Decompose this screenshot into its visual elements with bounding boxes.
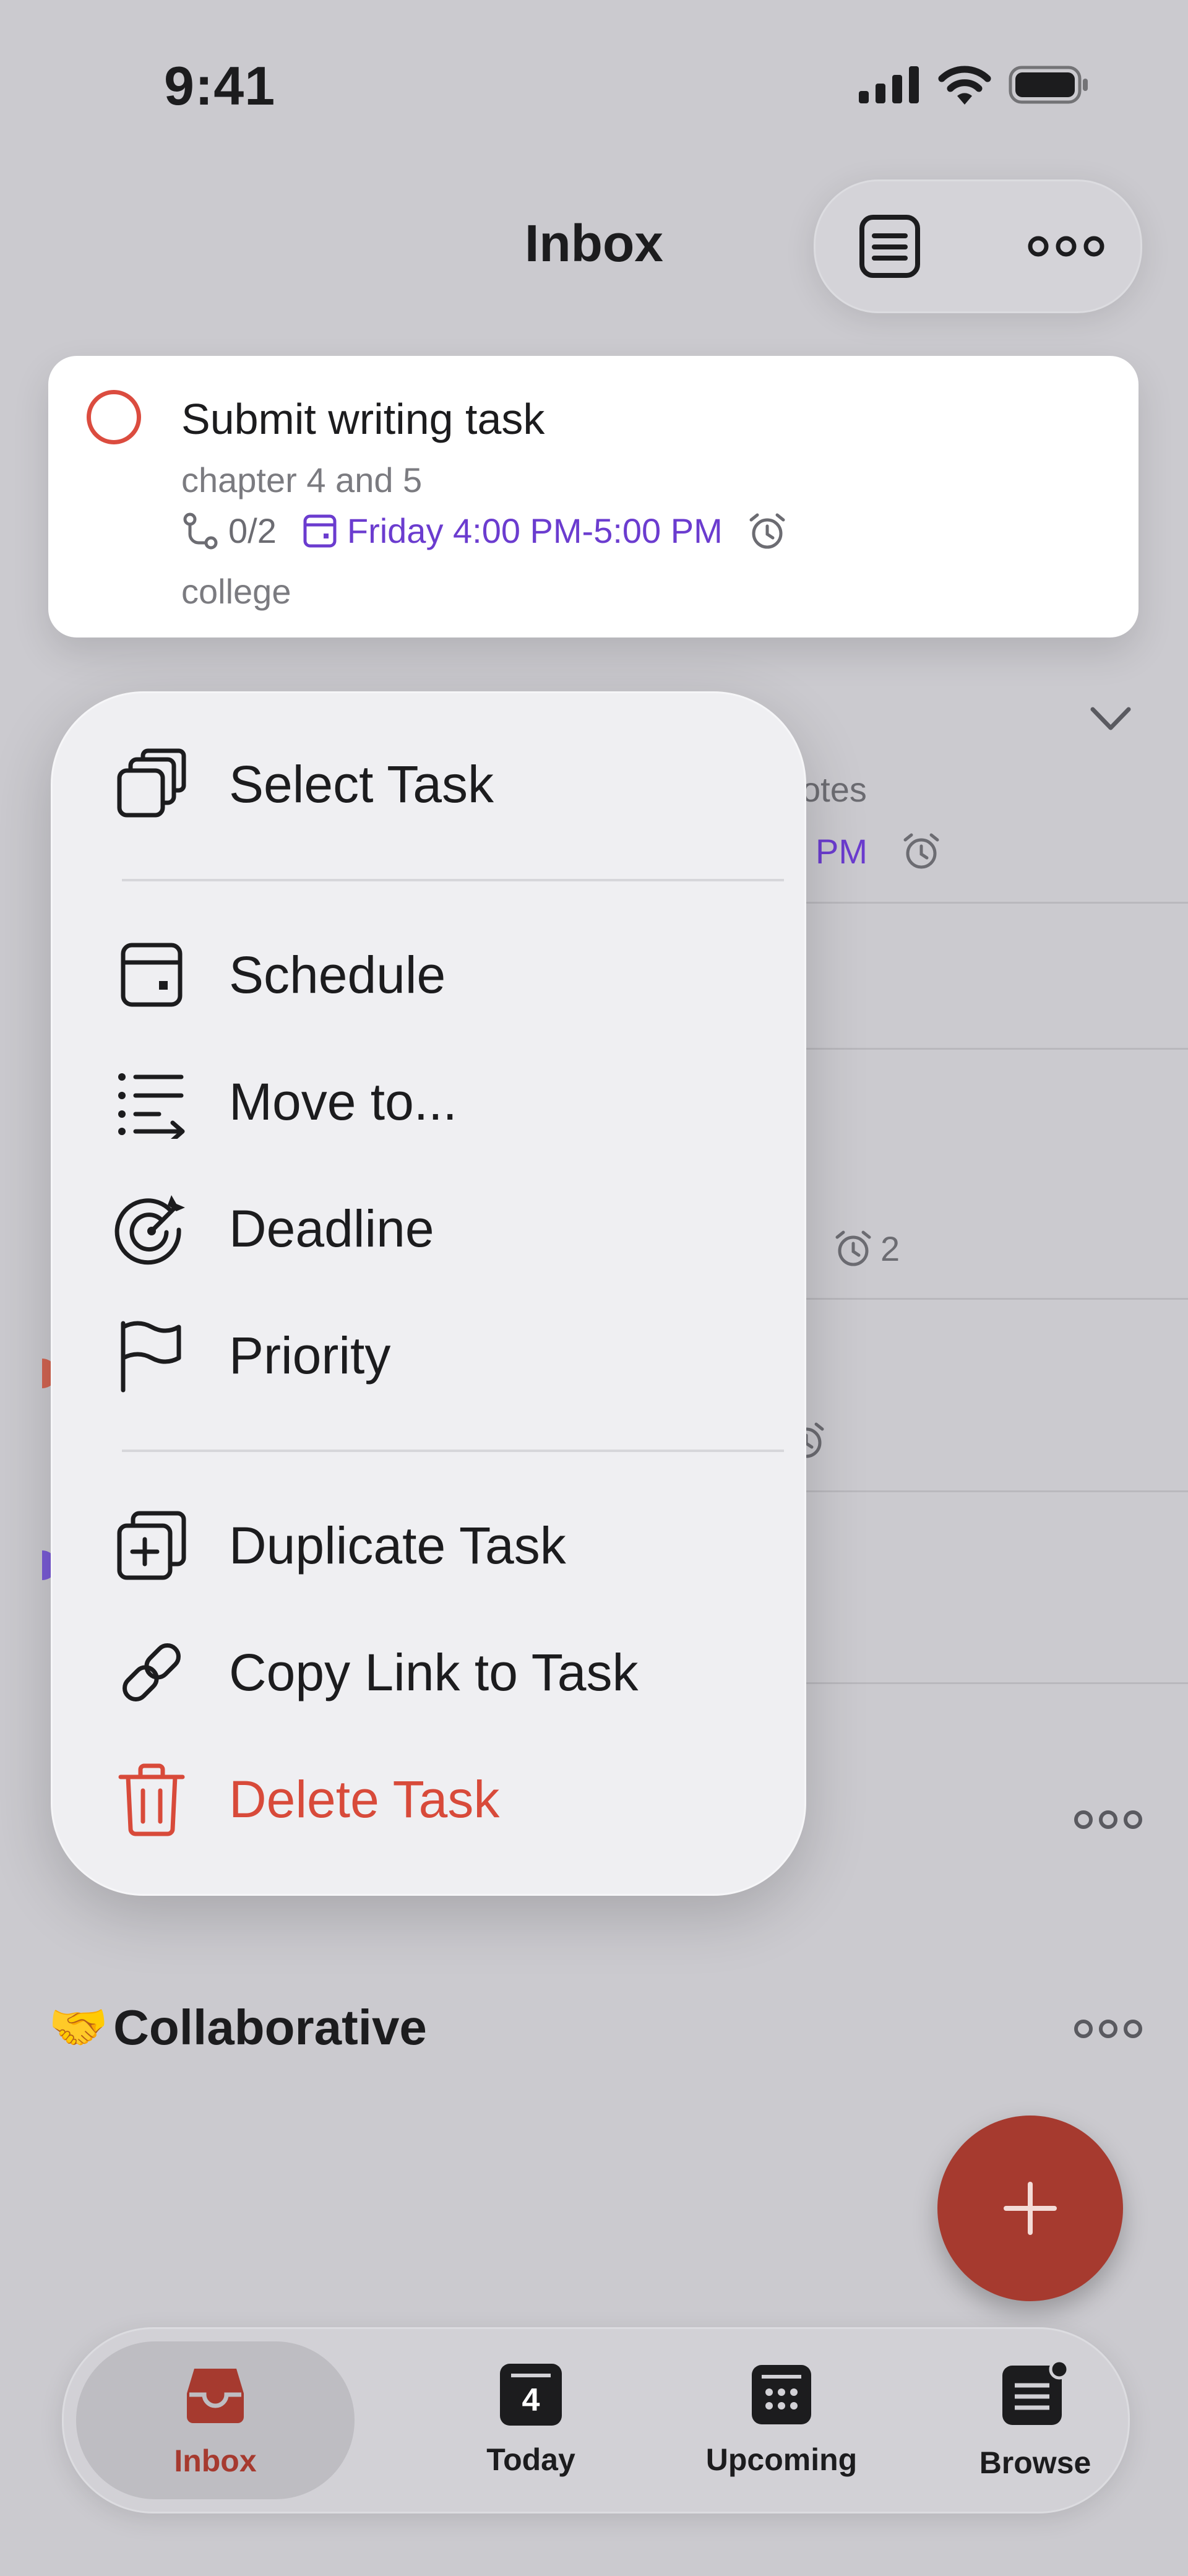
add-task-button[interactable] [937, 2116, 1123, 2301]
task-title: Submit writing task [181, 395, 545, 443]
move-to-project-icon [114, 1065, 189, 1139]
task-checkbox[interactable] [87, 390, 141, 444]
tab-today-label: Today [486, 2442, 575, 2477]
trash-icon [114, 1762, 189, 1836]
more-icon [1074, 1810, 1142, 1829]
plus-icon [1004, 2182, 1057, 2235]
handshake-icon: 🤝 [48, 2000, 109, 2054]
upcoming-calendar-icon [752, 2364, 811, 2424]
project-collaborative[interactable]: 🤝 Collaborative [48, 1999, 427, 2056]
status-time: 9:41 [164, 55, 276, 116]
tab-browse-label: Browse [979, 2445, 1091, 2480]
link-icon [114, 1635, 189, 1709]
menu-select-task[interactable]: Select Task [114, 738, 764, 831]
tab-upcoming[interactable]: Upcoming [658, 2329, 905, 2512]
tab-today[interactable]: 4 Today [407, 2329, 655, 2512]
today-day-number: 4 [522, 2382, 540, 2418]
battery-icon [1009, 66, 1088, 104]
menu-duplicate-task-label: Duplicate Task [229, 1516, 566, 1575]
bg-task-time: PM [816, 832, 867, 871]
project-more-button[interactable] [1074, 1809, 1143, 1834]
menu-schedule[interactable]: Schedule [114, 928, 764, 1021]
browse-icon [1002, 2360, 1069, 2425]
alarm-icon [749, 513, 785, 548]
list-divider [803, 1490, 1188, 1492]
menu-deadline-label: Deadline [229, 1199, 434, 1258]
list-view-icon [859, 215, 920, 278]
menu-move-to[interactable]: Move to... [114, 1055, 764, 1148]
alarm-icon [900, 831, 942, 874]
status-icons [859, 65, 1089, 105]
menu-move-to-label: Move to... [229, 1072, 457, 1131]
menu-select-task-label: Select Task [229, 754, 494, 813]
tab-inbox[interactable]: Inbox [76, 2341, 355, 2499]
menu-delete-task-label: Delete Task [229, 1770, 500, 1828]
calendar-icon [303, 514, 337, 547]
target-icon [114, 1191, 189, 1266]
task-meta: 0/2 Friday 4:00 PM-5:00 PM [181, 511, 788, 551]
bg-reminder-count: 2 [880, 1229, 900, 1268]
task-description: chapter 4 and 5 [181, 460, 423, 499]
flag-icon [114, 1318, 189, 1393]
tab-bar: Inbox 4 Today Upcoming Browse [62, 2327, 1130, 2513]
menu-divider [122, 879, 784, 881]
menu-delete-task[interactable]: Delete Task [114, 1753, 764, 1846]
list-divider [803, 902, 1188, 904]
wifi-icon [938, 66, 991, 105]
inbox-tray-icon [187, 2368, 244, 2423]
bg-task-notes: otes [801, 770, 867, 809]
tab-upcoming-label: Upcoming [705, 2442, 858, 2477]
duplicate-icon [114, 1508, 189, 1583]
more-icon [1074, 2020, 1142, 2038]
menu-copy-link-label: Copy Link to Task [229, 1643, 639, 1701]
list-divider [803, 1682, 1188, 1684]
task-date: Friday 4:00 PM-5:00 PM [346, 511, 723, 550]
expand-chevron-icon[interactable] [1089, 706, 1132, 737]
more-icon [1028, 236, 1104, 257]
tab-inbox-label: Inbox [174, 2443, 257, 2478]
menu-duplicate-task[interactable]: Duplicate Task [114, 1499, 764, 1592]
menu-schedule-label: Schedule [229, 945, 446, 1004]
project-collaborative-label: Collaborative [113, 2000, 427, 2055]
subtask-icon [183, 512, 218, 549]
today-calendar-icon: 4 [500, 2363, 562, 2426]
menu-divider [122, 1450, 784, 1452]
menu-deadline[interactable]: Deadline [114, 1182, 764, 1275]
view-options-button[interactable] [856, 212, 924, 280]
cellular-signal-icon [859, 66, 919, 103]
task-label: college [181, 572, 291, 611]
list-divider [803, 1298, 1188, 1300]
task-card[interactable]: Submit writing task chapter 4 and 5 0/2 … [48, 356, 1138, 638]
tab-browse[interactable]: Browse [911, 2329, 1159, 2512]
select-multiple-icon [114, 747, 189, 821]
menu-copy-link[interactable]: Copy Link to Task [114, 1626, 764, 1719]
header-actions [814, 179, 1142, 313]
alarm-icon [832, 1229, 874, 1271]
menu-priority-label: Priority [229, 1326, 391, 1385]
more-options-button[interactable] [1026, 212, 1106, 280]
subtask-count: 0/2 [228, 511, 277, 550]
calendar-icon [114, 938, 189, 1012]
menu-priority[interactable]: Priority [114, 1309, 764, 1402]
list-divider [803, 1048, 1188, 1050]
project-collaborative-more-button[interactable] [1074, 2018, 1143, 2043]
task-context-menu: Select Task Schedule Move to... Deadline… [51, 691, 806, 1896]
